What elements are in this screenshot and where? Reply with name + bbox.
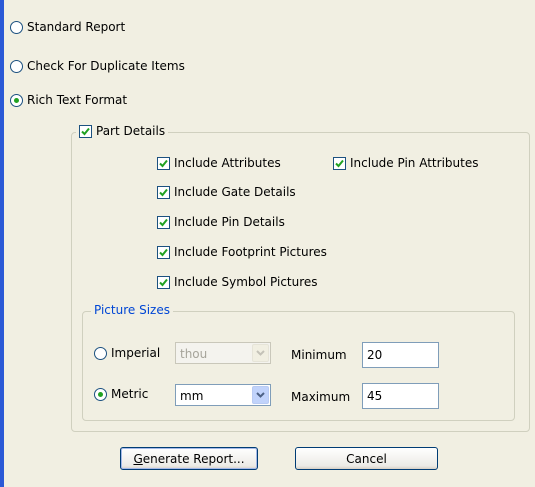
- radio-button[interactable]: [94, 387, 107, 401]
- radio-label: Standard Report: [27, 20, 126, 34]
- radio-label: Check For Duplicate Items: [27, 59, 185, 73]
- radio-button[interactable]: [10, 59, 23, 73]
- check-mark-icon: [159, 248, 168, 256]
- include-gate-details-checkbox[interactable]: Include Gate Details: [157, 185, 296, 199]
- checkbox-label: Include Symbol Pictures: [174, 275, 318, 289]
- imperial-unit-select[interactable]: thou: [175, 342, 271, 364]
- checkbox-label: Include Gate Details: [174, 185, 296, 199]
- left-accent-bar: [0, 0, 4, 487]
- radio-imperial[interactable]: Imperial: [94, 346, 160, 360]
- include-pin-attributes-checkbox[interactable]: Include Pin Attributes: [333, 156, 478, 170]
- radio-button[interactable]: [10, 20, 23, 34]
- checkbox[interactable]: [333, 156, 346, 170]
- check-mark-icon: [335, 159, 344, 167]
- radio-rich-text-format[interactable]: Rich Text Format: [10, 93, 127, 107]
- checkbox-label: Part Details: [96, 124, 166, 138]
- maximum-input[interactable]: 45: [362, 383, 439, 409]
- check-mark-icon: [159, 218, 168, 226]
- cancel-button[interactable]: Cancel: [295, 447, 438, 470]
- radio-label: Imperial: [111, 346, 161, 360]
- radio-check-duplicates[interactable]: Check For Duplicate Items: [10, 59, 185, 73]
- radio-label: Rich Text Format: [27, 93, 128, 107]
- check-mark-icon: [159, 188, 168, 196]
- checkbox-label: Include Footprint Pictures: [174, 245, 327, 259]
- include-symbol-pictures-checkbox[interactable]: Include Symbol Pictures: [157, 275, 318, 289]
- chevron-down-icon[interactable]: [252, 344, 269, 362]
- include-attributes-checkbox[interactable]: Include Attributes: [157, 156, 281, 170]
- check-mark-icon: [159, 159, 168, 167]
- checkbox[interactable]: [157, 215, 170, 229]
- chevron-down-icon[interactable]: [252, 386, 269, 404]
- generate-report-button[interactable]: Generate Report...: [120, 447, 258, 470]
- checkbox-label: Include Attributes: [174, 156, 281, 170]
- checkbox[interactable]: [157, 156, 170, 170]
- radio-button[interactable]: [10, 93, 23, 107]
- check-mark-icon: [81, 127, 90, 135]
- include-footprint-pictures-checkbox[interactable]: Include Footprint Pictures: [157, 245, 327, 259]
- checkbox[interactable]: [79, 124, 92, 138]
- metric-unit-select[interactable]: mm: [175, 384, 271, 406]
- part-details-checkbox[interactable]: Part Details: [76, 124, 169, 138]
- checkbox[interactable]: [157, 245, 170, 259]
- button-label: enerate Report...: [142, 451, 245, 466]
- radio-standard-report[interactable]: Standard Report: [10, 20, 125, 34]
- check-mark-icon: [159, 278, 168, 286]
- picture-sizes-group: [82, 311, 515, 421]
- radio-button[interactable]: [94, 346, 107, 360]
- checkbox[interactable]: [157, 275, 170, 289]
- select-value: mm: [180, 389, 204, 403]
- button-mnemonic: G: [133, 451, 143, 466]
- radio-metric[interactable]: Metric: [94, 387, 148, 401]
- maximum-label: Maximum: [291, 390, 351, 404]
- minimum-label: Minimum: [291, 348, 347, 362]
- button-label: Cancel: [346, 451, 387, 466]
- include-pin-details-checkbox[interactable]: Include Pin Details: [157, 215, 285, 229]
- minimum-input[interactable]: 20: [362, 342, 439, 368]
- checkbox-label: Include Pin Attributes: [350, 156, 479, 170]
- checkbox-label: Include Pin Details: [174, 215, 285, 229]
- checkbox[interactable]: [157, 185, 170, 199]
- radio-label: Metric: [111, 387, 149, 401]
- picture-sizes-title: Picture Sizes: [91, 303, 173, 317]
- select-value: thou: [180, 347, 208, 361]
